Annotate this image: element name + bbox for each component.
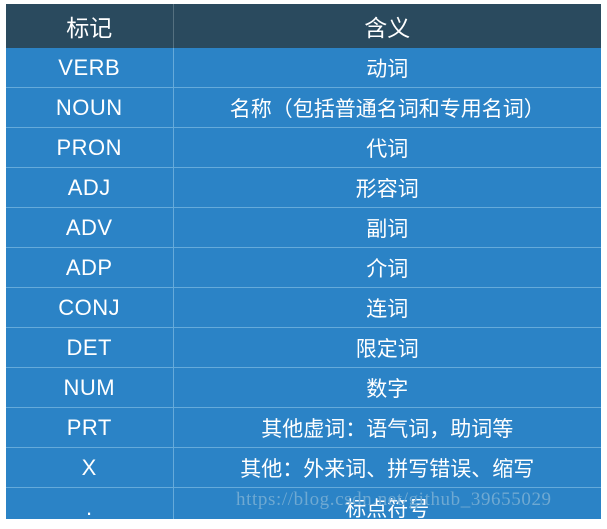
table-row: X 其他：外来词、拼写错误、缩写 bbox=[6, 447, 601, 488]
table-row: ADP 介词 bbox=[6, 247, 601, 288]
header-row: 标记 含义 bbox=[6, 4, 601, 48]
cell-meaning: 其他：外来词、拼写错误、缩写 bbox=[173, 447, 601, 488]
cell-tag: ADV bbox=[6, 207, 174, 248]
table-row: NUM 数字 bbox=[6, 367, 601, 408]
cell-meaning: 标点符号 bbox=[173, 487, 601, 519]
cell-tag: NOUN bbox=[6, 87, 174, 128]
cell-tag: DET bbox=[6, 327, 174, 368]
pos-tag-table-container: 标记 含义 VERB 动词 NOUN 名称（包括普通名词和专用名词） PRON 代词 ADJ… bbox=[6, 4, 601, 519]
table-row: ADV 副词 bbox=[6, 207, 601, 248]
table-row: PRON 代词 bbox=[6, 127, 601, 168]
table-row: VERB 动词 bbox=[6, 48, 601, 88]
cell-tag: VERB bbox=[6, 48, 174, 88]
cell-meaning: 介词 bbox=[173, 247, 601, 288]
table-header: 标记 含义 bbox=[6, 4, 601, 48]
cell-meaning: 名称（包括普通名词和专用名词） bbox=[173, 87, 601, 128]
cell-meaning: 代词 bbox=[173, 127, 601, 168]
table-row: NOUN 名称（包括普通名词和专用名词） bbox=[6, 87, 601, 128]
table-row: DET 限定词 bbox=[6, 327, 601, 368]
cell-meaning: 数字 bbox=[173, 367, 601, 408]
column-header-meaning: 含义 bbox=[364, 15, 411, 41]
cell-meaning: 副词 bbox=[173, 207, 601, 248]
cell-meaning: 形容词 bbox=[173, 167, 601, 208]
cell-tag: PRON bbox=[6, 127, 174, 168]
cell-tag: CONJ bbox=[6, 287, 174, 328]
cell-meaning: 其他虚词：语气词，助词等 bbox=[173, 407, 601, 448]
cell-meaning: 限定词 bbox=[173, 327, 601, 368]
table-row: . 标点符号 bbox=[6, 487, 601, 519]
cell-tag: NUM bbox=[6, 367, 174, 408]
cell-tag: . bbox=[6, 487, 174, 519]
table-row: CONJ 连词 bbox=[6, 287, 601, 328]
pos-tag-table: 标记 含义 VERB 动词 NOUN 名称（包括普通名词和专用名词） PRON 代词 ADJ… bbox=[6, 4, 601, 519]
table-row: ADJ 形容词 bbox=[6, 167, 601, 208]
cell-tag: X bbox=[6, 447, 174, 488]
table-body: VERB 动词 NOUN 名称（包括普通名词和专用名词） PRON 代词 ADJ 形容词 ADV… bbox=[6, 48, 601, 519]
cell-tag: ADJ bbox=[6, 167, 174, 208]
cell-meaning: 动词 bbox=[366, 57, 409, 81]
cell-meaning: 连词 bbox=[173, 287, 601, 328]
cell-tag: PRT bbox=[6, 407, 174, 448]
column-header-tag: 标记 bbox=[6, 4, 174, 48]
table-row: PRT 其他虚词：语气词，助词等 bbox=[6, 407, 601, 448]
cell-tag: ADP bbox=[6, 247, 174, 288]
